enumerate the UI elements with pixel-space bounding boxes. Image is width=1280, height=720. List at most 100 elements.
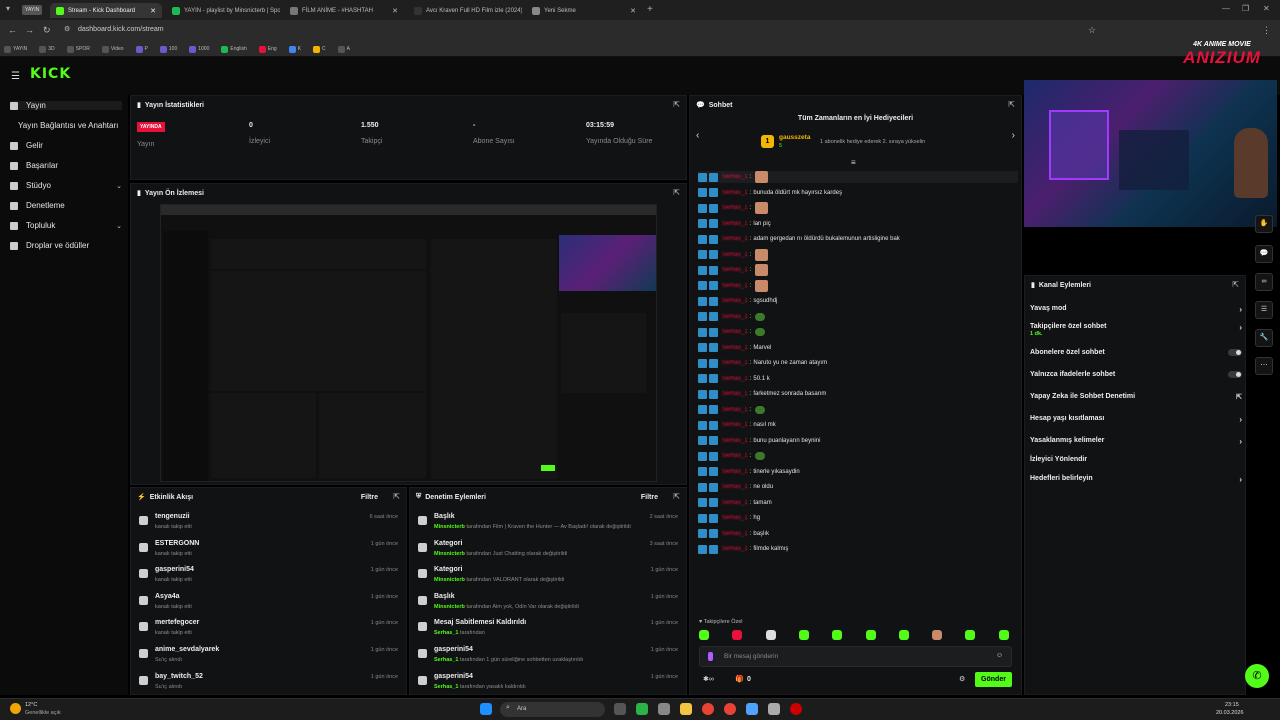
- moderation-filter-button[interactable]: Filtre: [641, 494, 658, 501]
- chat-username[interactable]: Serhas_1: [722, 190, 748, 196]
- chat-username[interactable]: Serhas_1: [722, 221, 748, 227]
- channel-action[interactable]: Takipçilere özel sohbet 1 dk. ›: [1030, 323, 1242, 337]
- pin-icon[interactable]: ≡: [851, 158, 856, 167]
- popout-icon[interactable]: ⇱: [673, 492, 680, 501]
- emoji-icon[interactable]: ☺: [996, 652, 1003, 659]
- chat-username[interactable]: Serhas_1: [722, 360, 748, 366]
- chat-username[interactable]: Serhas_1: [722, 267, 748, 273]
- chat-username[interactable]: Serhas_1: [722, 329, 748, 335]
- channel-action[interactable]: Yapay Zeka ile Sohbet Denetimi ⇱: [1030, 393, 1242, 401]
- forward-icon[interactable]: →: [25, 25, 34, 35]
- chat-username[interactable]: Serhas_1: [722, 345, 748, 351]
- bookmark[interactable]: YAYIN: [4, 45, 27, 53]
- gift-icon[interactable]: 🎁: [735, 675, 744, 683]
- moderation-user[interactable]: Minsnicterb: [434, 577, 465, 583]
- app-icon[interactable]: [768, 703, 780, 715]
- task-view-icon[interactable]: [614, 703, 626, 715]
- emote-icon[interactable]: [932, 630, 943, 640]
- wrench-button[interactable]: 🔧: [1255, 329, 1273, 347]
- browser-menu-icon[interactable]: ⋮: [1262, 25, 1271, 36]
- bookmark[interactable]: P: [135, 45, 148, 53]
- chevron-down-icon[interactable]: ⌄: [116, 182, 122, 190]
- chat-username[interactable]: Serhas_1: [722, 438, 748, 444]
- app-icon[interactable]: [658, 703, 670, 715]
- chat-username[interactable]: Serhas_1: [722, 283, 748, 289]
- chat-username[interactable]: Serhas_1: [722, 546, 748, 552]
- bookmark-star-icon[interactable]: ☆: [1088, 25, 1096, 36]
- tab-group-pill[interactable]: YAYIN: [22, 5, 43, 15]
- chat-username[interactable]: Serhas_1: [722, 298, 748, 304]
- moderation-user[interactable]: Serhas_1: [434, 657, 458, 663]
- bookmark[interactable]: Video: [101, 45, 124, 53]
- moderation-user[interactable]: Minsnicterb: [434, 524, 465, 530]
- bookmark[interactable]: C: [313, 45, 326, 53]
- channel-action[interactable]: Hedefleri belirleyin ›: [1030, 475, 1242, 484]
- sidebar-item[interactable]: Yayın Bağlantısı ve Anahtarı: [18, 121, 130, 130]
- settings-app-icon[interactable]: [746, 703, 758, 715]
- sidebar-item[interactable]: Başarılar: [10, 161, 122, 170]
- tab-close-icon[interactable]: ✕: [392, 7, 398, 15]
- chevron-right-icon[interactable]: ›: [1239, 323, 1242, 332]
- chat-username[interactable]: Serhas_1: [722, 205, 748, 211]
- moderation-user[interactable]: Minsnicterb: [434, 604, 465, 610]
- bookmark[interactable]: English: [221, 45, 247, 53]
- gifters-prev-icon[interactable]: ‹: [696, 130, 699, 141]
- activity-user[interactable]: bay_twitch_52: [155, 673, 203, 680]
- reload-icon[interactable]: ↻: [43, 25, 51, 36]
- sidebar-item[interactable]: Topluluk ⌄: [10, 221, 122, 230]
- site-info-icon[interactable]: ⚙: [64, 25, 70, 33]
- activity-user[interactable]: anime_sevdalyarek: [155, 646, 219, 653]
- tab[interactable]: Avcı Kraven Full HD Film izle (2024)✕: [408, 3, 522, 18]
- chat-username[interactable]: Serhas_1: [722, 391, 748, 397]
- sidebar-item[interactable]: Denetleme: [10, 201, 122, 210]
- bookmark[interactable]: 3D: [39, 45, 55, 53]
- chat-username[interactable]: Serhas_1: [722, 453, 748, 459]
- tab[interactable]: FİLM ANİME - #HASHTAH ✕: [284, 3, 404, 18]
- bookmark[interactable]: Eng: [258, 45, 277, 53]
- emote-icon[interactable]: [732, 630, 743, 640]
- menu-icon[interactable]: ☰: [11, 71, 20, 82]
- sidebar-item[interactable]: Droplar ve ödüller: [10, 241, 122, 250]
- tab[interactable]: Yeni Sekme ✕: [526, 3, 642, 18]
- chevron-right-icon[interactable]: ›: [1239, 475, 1242, 484]
- tab-close-icon[interactable]: ✕: [630, 7, 636, 15]
- toggle-switch[interactable]: [1228, 349, 1242, 356]
- tab[interactable]: YAYIN - playlist by Minsnicterb | Spotif…: [166, 3, 280, 18]
- close-window-button[interactable]: ✕: [1263, 4, 1270, 13]
- moderation-user[interactable]: Serhas_1: [434, 684, 458, 690]
- more-button[interactable]: ⋯: [1255, 357, 1273, 375]
- activity-user[interactable]: gasperini54: [155, 566, 194, 573]
- minimize-button[interactable]: —: [1222, 4, 1230, 13]
- chat-username[interactable]: Serhas_1: [722, 314, 748, 320]
- kick-logo[interactable]: KICK: [30, 66, 71, 82]
- emote-icon[interactable]: [865, 630, 876, 640]
- back-icon[interactable]: ←: [8, 25, 17, 35]
- chevron-down-icon[interactable]: ⌄: [116, 222, 122, 230]
- chat-username[interactable]: Serhas_1: [722, 236, 748, 242]
- link-button[interactable]: ∞: [1255, 273, 1273, 291]
- activity-user[interactable]: tengenuzii: [155, 513, 190, 520]
- chat-username[interactable]: Serhas_1: [722, 407, 748, 413]
- chat-username[interactable]: Serhas_1: [722, 469, 748, 475]
- bookmark[interactable]: 1000: [189, 45, 209, 53]
- gifters-next-icon[interactable]: ›: [1012, 130, 1015, 141]
- activity-user[interactable]: ESTERGONN: [155, 540, 199, 547]
- bookmark[interactable]: SPOR: [66, 45, 90, 53]
- maximize-button[interactable]: ❐: [1242, 4, 1249, 13]
- emote-icon[interactable]: [832, 630, 843, 640]
- emote-icon[interactable]: [998, 630, 1009, 640]
- chat-username[interactable]: Serhas_1: [722, 174, 748, 180]
- chat-username[interactable]: Serhas_1: [722, 422, 748, 428]
- activity-user[interactable]: mertefegocer: [155, 619, 199, 626]
- activity-filter-button[interactable]: Filtre: [361, 494, 378, 501]
- popout-icon[interactable]: ⇱: [1232, 280, 1239, 289]
- gifter-name[interactable]: gausszeta: [779, 134, 810, 141]
- chevron-right-icon[interactable]: ›: [1239, 305, 1242, 314]
- chat-username[interactable]: Serhas_1: [722, 531, 748, 537]
- toggle-switch[interactable]: [1228, 371, 1242, 378]
- popout-icon[interactable]: ⇱: [673, 100, 680, 109]
- send-button[interactable]: Gönder: [975, 672, 1012, 687]
- sidebar-item[interactable]: Yayın: [10, 101, 122, 110]
- emote-icon[interactable]: [965, 630, 976, 640]
- moderation-user[interactable]: Serhas_1: [434, 630, 458, 636]
